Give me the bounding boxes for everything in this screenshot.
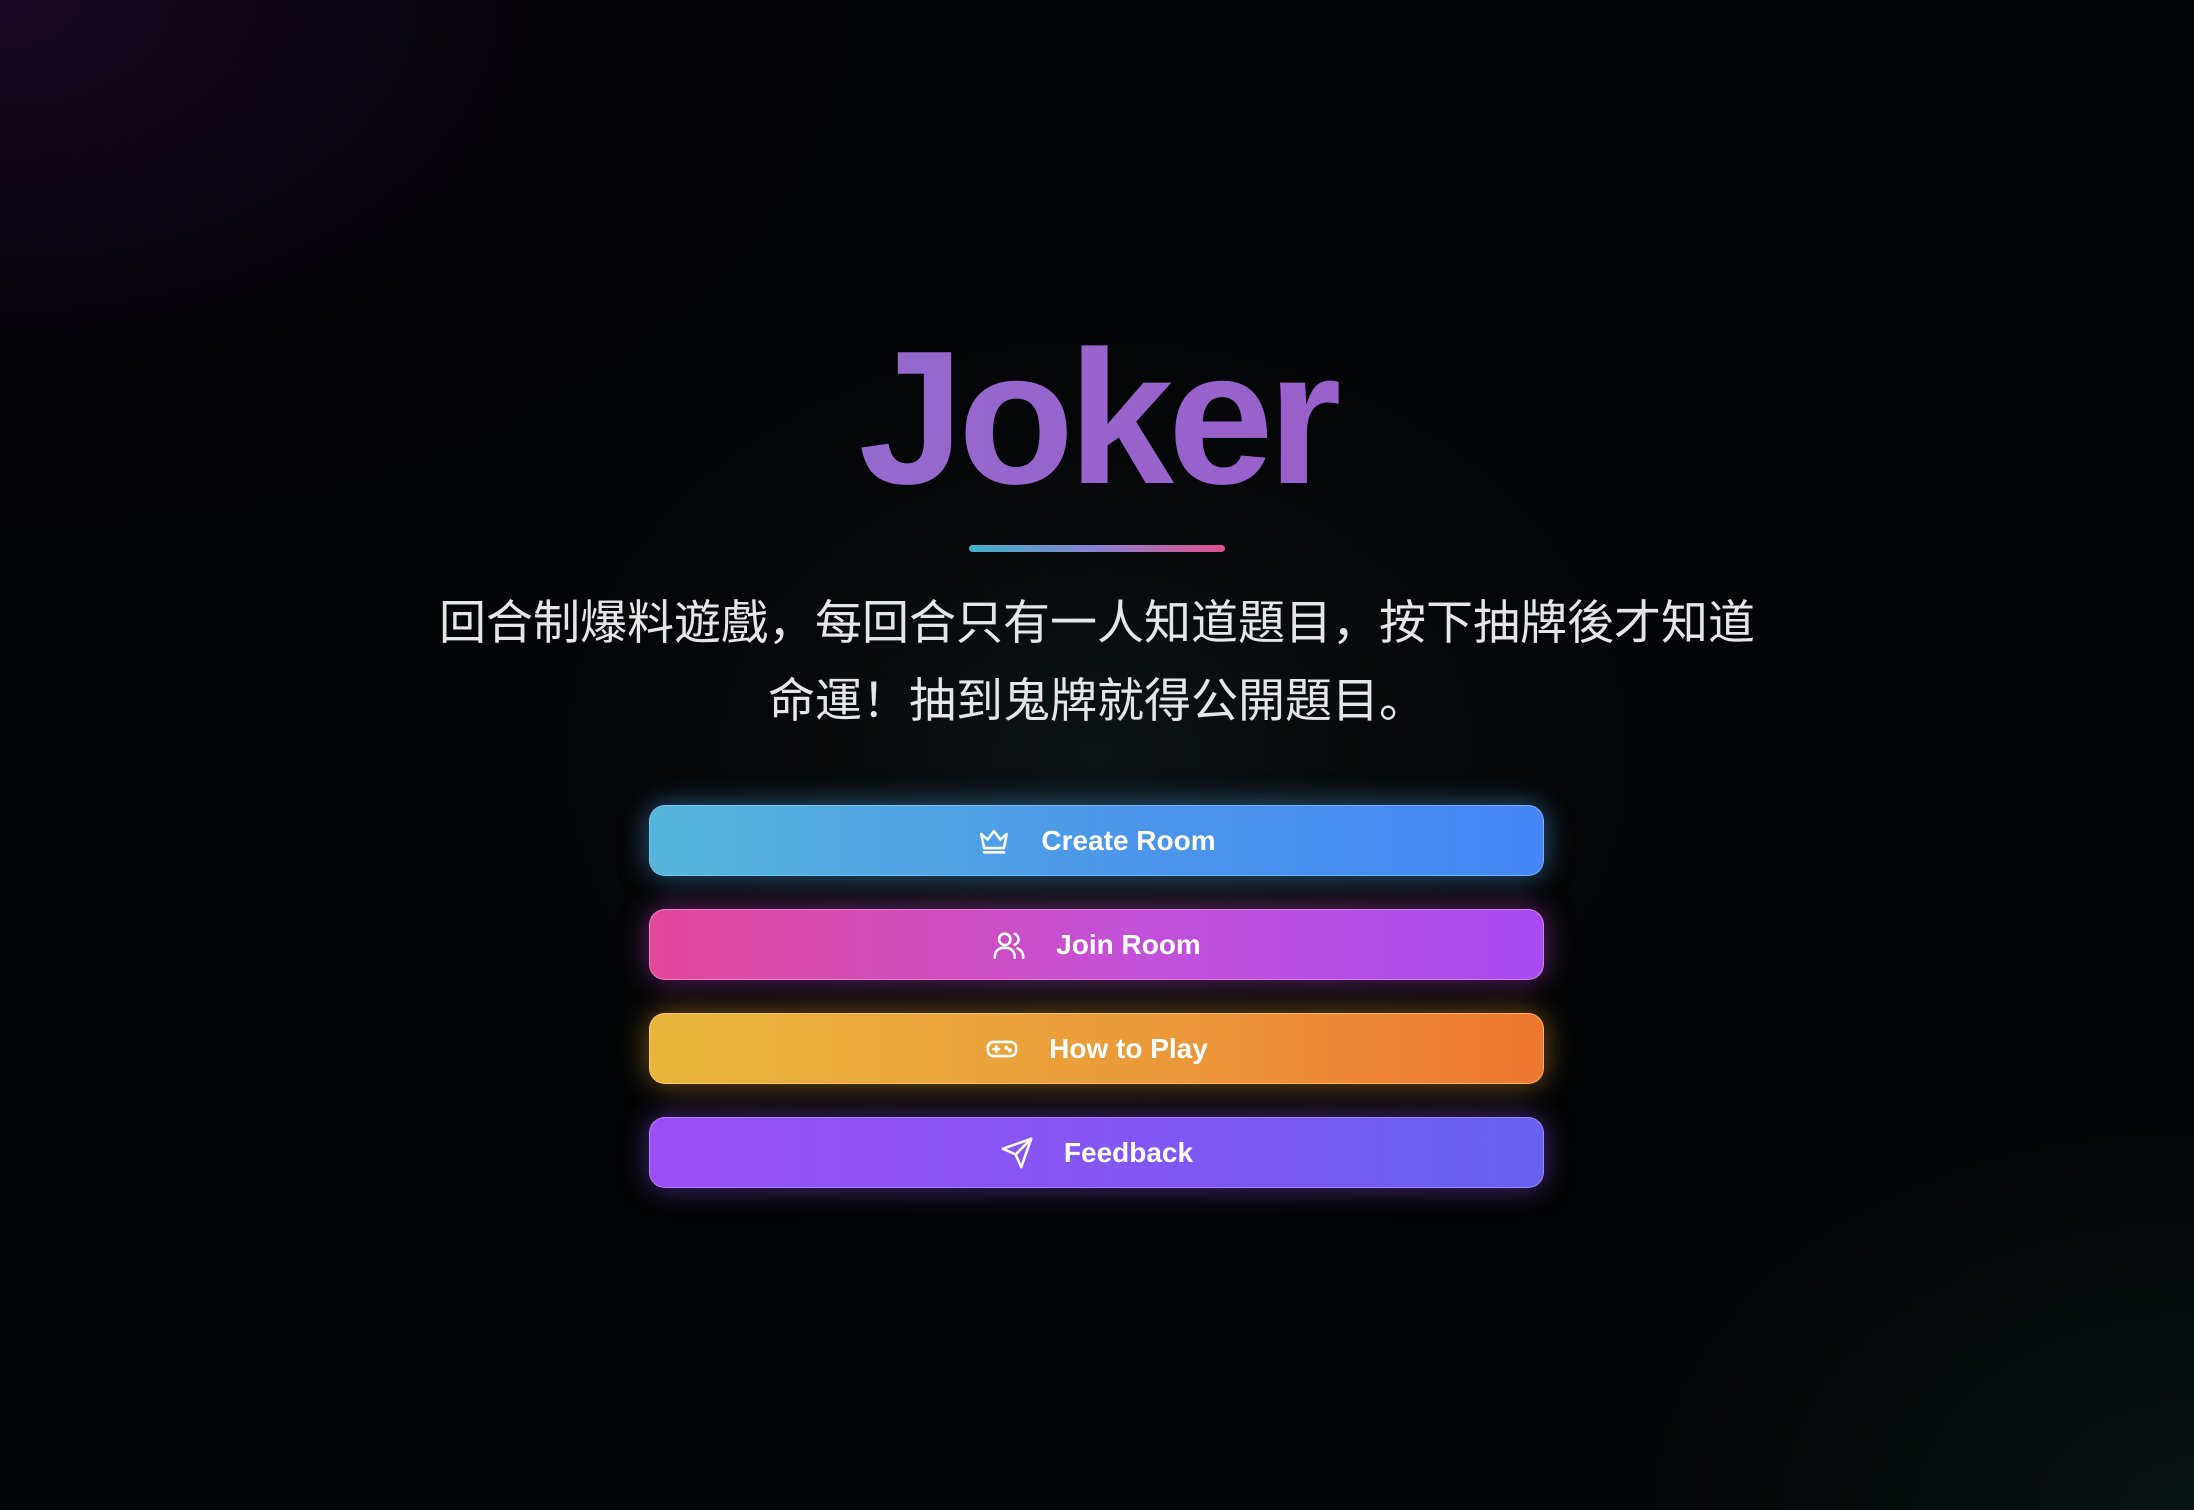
app-title: Joker — [0, 318, 2194, 518]
join-room-label: Join Room — [1056, 928, 1201, 960]
feedback-button[interactable]: Feedback — [649, 1117, 1544, 1188]
create-room-label: Create Room — [1041, 824, 1216, 856]
gamepad-icon — [985, 1032, 1019, 1066]
join-room-button[interactable]: Join Room — [649, 909, 1544, 980]
how-to-play-label: How to Play — [1049, 1032, 1208, 1064]
app-description: 回合制爆料遊戲，每回合只有一人知道題目，按下抽牌後才知道 命運！抽到鬼牌就得公開… — [400, 585, 1794, 741]
crown-icon — [977, 824, 1011, 858]
feedback-label: Feedback — [1063, 1136, 1194, 1168]
send-icon — [1000, 1136, 1034, 1170]
users-icon — [992, 928, 1026, 962]
title-underline — [969, 545, 1225, 552]
app-description-line-1: 回合制爆料遊戲，每回合只有一人知道題目，按下抽牌後才知道 — [439, 596, 1755, 651]
how-to-play-button[interactable]: How to Play — [649, 1013, 1544, 1084]
app-description-line-2: 命運！抽到鬼牌就得公開題目。 — [768, 674, 1426, 729]
landing-hero: Joker 回合制爆料遊戲，每回合只有一人知道題目，按下抽牌後才知道 命運！抽到… — [0, 0, 2194, 1510]
create-room-button[interactable]: Create Room — [649, 805, 1544, 876]
